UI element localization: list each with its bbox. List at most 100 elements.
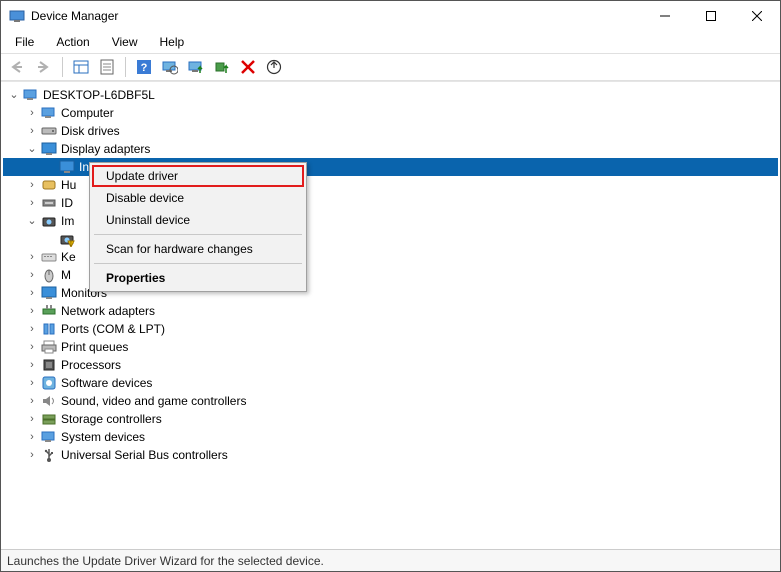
ports-icon	[41, 321, 57, 337]
expand-icon[interactable]: ›	[25, 176, 39, 194]
menu-file[interactable]: File	[9, 33, 40, 51]
properties-button[interactable]	[96, 56, 118, 78]
tree-node[interactable]: › Ports (COM & LPT)	[3, 320, 778, 338]
tree-node[interactable]: › Storage controllers	[3, 410, 778, 428]
tree-node[interactable]: › System devices	[3, 428, 778, 446]
show-hide-button[interactable]	[70, 56, 92, 78]
node-label: Im	[61, 212, 74, 230]
menu-separator	[94, 263, 302, 264]
svg-text:?: ?	[141, 62, 148, 74]
expand-icon[interactable]: ›	[25, 248, 39, 266]
tree-node[interactable]: › Print queues	[3, 338, 778, 356]
expand-icon[interactable]: ›	[25, 338, 39, 356]
context-menu-update-driver[interactable]: Update driver	[92, 165, 304, 187]
collapse-icon[interactable]: ⌄	[25, 140, 39, 158]
collapse-icon[interactable]: ⌄	[25, 212, 39, 230]
expand-icon[interactable]: ›	[25, 428, 39, 446]
context-menu-scan-hardware[interactable]: Scan for hardware changes	[92, 238, 304, 260]
node-label: Storage controllers	[61, 410, 162, 428]
device-tree[interactable]: ⌄ DESKTOP-L6DBF5L › Computer › Disk driv…	[1, 81, 780, 549]
menu-item-label: Update driver	[106, 169, 178, 183]
system-icon	[41, 429, 57, 445]
context-menu: Update driver Disable device Uninstall d…	[89, 162, 307, 292]
expand-icon[interactable]: ›	[25, 122, 39, 140]
node-label: Sound, video and game controllers	[61, 392, 246, 410]
monitor-node-icon	[41, 285, 57, 301]
statusbar-text: Launches the Update Driver Wizard for th…	[7, 554, 324, 568]
hid-icon	[41, 177, 57, 193]
disk-icon	[41, 123, 57, 139]
expand-icon[interactable]: ›	[25, 320, 39, 338]
statusbar: Launches the Update Driver Wizard for th…	[1, 549, 780, 571]
close-button[interactable]	[734, 1, 780, 31]
tree-node-display-adapters[interactable]: ⌄ Display adapters	[3, 140, 778, 158]
menu-separator	[94, 234, 302, 235]
tree-node[interactable]: › Disk drives	[3, 122, 778, 140]
software-icon	[41, 375, 57, 391]
expand-icon[interactable]: ›	[25, 374, 39, 392]
node-label: Computer	[61, 104, 114, 122]
imaging-warn-icon: !	[59, 231, 75, 247]
expand-icon[interactable]: ›	[25, 392, 39, 410]
tree-node[interactable]: › Network adapters	[3, 302, 778, 320]
node-label: Hu	[61, 176, 76, 194]
update-driver-button[interactable]	[185, 56, 207, 78]
node-label: Display adapters	[61, 140, 150, 158]
enable-device-button[interactable]	[211, 56, 233, 78]
titlebar: Device Manager	[1, 1, 780, 31]
expand-icon[interactable]: ›	[25, 302, 39, 320]
context-menu-disable-device[interactable]: Disable device	[92, 187, 304, 209]
node-label: Disk drives	[61, 122, 120, 140]
expand-icon[interactable]: ›	[25, 446, 39, 464]
cpu-icon	[41, 357, 57, 373]
tree-node[interactable]: › Computer	[3, 104, 778, 122]
scan-hardware-button[interactable]	[159, 56, 181, 78]
menubar: File Action View Help	[1, 31, 780, 53]
mouse-icon	[41, 267, 57, 283]
back-button[interactable]	[7, 56, 29, 78]
printer-icon	[41, 339, 57, 355]
tree-node[interactable]: › Software devices	[3, 374, 778, 392]
sound-icon	[41, 393, 57, 409]
expand-icon[interactable]: ›	[25, 356, 39, 374]
menu-view[interactable]: View	[106, 33, 144, 51]
expand-icon[interactable]: ›	[25, 266, 39, 284]
menu-item-label: Properties	[106, 271, 165, 285]
menu-item-label: Uninstall device	[106, 213, 190, 227]
usb-icon	[41, 447, 57, 463]
collapse-icon[interactable]: ⌄	[7, 86, 21, 104]
node-label: ID	[61, 194, 73, 212]
expand-icon[interactable]: ›	[25, 194, 39, 212]
tree-node[interactable]: › Universal Serial Bus controllers	[3, 446, 778, 464]
tree-node[interactable]: › Sound, video and game controllers	[3, 392, 778, 410]
display-icon	[59, 159, 75, 175]
context-menu-properties[interactable]: Properties	[92, 267, 304, 289]
ide-icon	[41, 195, 57, 211]
node-label: Ports (COM & LPT)	[61, 320, 165, 338]
node-label: Print queues	[61, 338, 128, 356]
menu-item-label: Disable device	[106, 191, 184, 205]
expand-icon[interactable]: ›	[25, 410, 39, 428]
expand-icon[interactable]: ›	[25, 104, 39, 122]
disable-device-button[interactable]	[263, 56, 285, 78]
keyboard-icon	[41, 249, 57, 265]
forward-button[interactable]	[33, 56, 55, 78]
node-label: Processors	[61, 356, 121, 374]
context-menu-uninstall-device[interactable]: Uninstall device	[92, 209, 304, 231]
help-button[interactable]: ?	[133, 56, 155, 78]
menu-action[interactable]: Action	[50, 33, 95, 51]
device-manager-window: Device Manager File Action View Help ? ⌄	[0, 0, 781, 572]
expand-icon[interactable]: ›	[25, 284, 39, 302]
display-icon	[41, 141, 57, 157]
computer-root-icon	[23, 87, 39, 103]
uninstall-device-button[interactable]	[237, 56, 259, 78]
tree-node[interactable]: › Processors	[3, 356, 778, 374]
minimize-button[interactable]	[642, 1, 688, 31]
tree-root[interactable]: ⌄ DESKTOP-L6DBF5L	[3, 86, 778, 104]
maximize-button[interactable]	[688, 1, 734, 31]
window-title: Device Manager	[31, 9, 118, 23]
menu-help[interactable]: Help	[154, 33, 191, 51]
node-label: M	[61, 266, 71, 284]
tree-root-label: DESKTOP-L6DBF5L	[43, 86, 155, 104]
toolbar: ?	[1, 53, 780, 81]
